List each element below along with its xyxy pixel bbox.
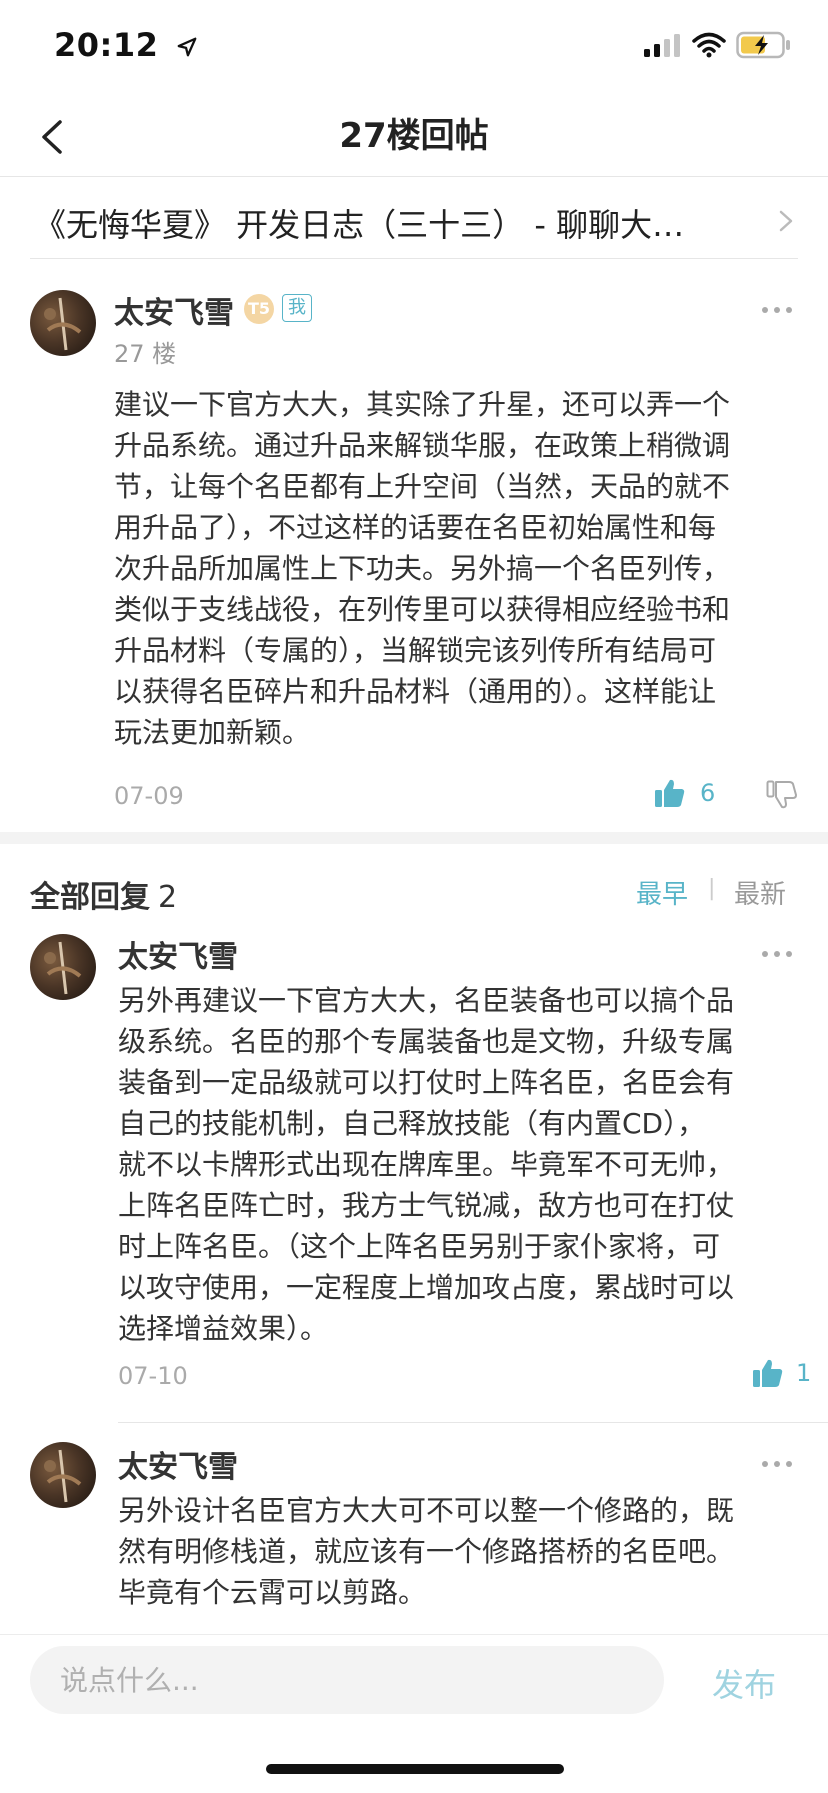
avatar-image — [44, 1449, 82, 1503]
thumbs-up-icon — [655, 779, 685, 807]
me-badge: 我 — [282, 294, 312, 322]
post-date: 07-09 — [114, 782, 184, 810]
level-badge: T5 — [244, 294, 274, 324]
post-body-line: 建议一下官方大大，其实除了升星，还可以弄一个 — [114, 388, 731, 421]
location-arrow-icon — [177, 37, 197, 57]
more-options-icon[interactable] — [762, 306, 792, 314]
reply-body-line: 级系统。名臣的那个专属装备也是文物，升级专属 — [118, 1025, 735, 1058]
status-time: 20:12 — [54, 26, 198, 64]
replies-title: 全部回复 — [30, 880, 150, 915]
reply-body-line: 自己的技能机制，自己释放技能（有内置CD）， — [118, 1107, 706, 1140]
reply-date: 07-10 — [118, 1362, 188, 1390]
reply-username[interactable]: 太安飞雪 — [118, 1442, 238, 1486]
sort-latest-tab[interactable]: 最新 — [734, 874, 786, 911]
reply-body-line: 时上阵名臣。（这个上阵名臣另别于家仆家将，可 — [118, 1230, 721, 1263]
reply-body-line: 另外再建议一下官方大大，名臣装备也可以搞个品 — [118, 984, 735, 1017]
like-count: 1 — [796, 1359, 812, 1387]
post-body: 建议一下官方大大，其实除了升星，还可以弄一个 升品系统。通过升品来解锁华服，在政… — [114, 384, 814, 753]
cellular-signal-icon — [644, 34, 680, 57]
chevron-right-icon — [779, 210, 793, 232]
post-body-line: 玩法更加新颖。 — [114, 716, 311, 749]
avatar[interactable] — [30, 290, 96, 356]
reply-like-button[interactable]: 1 — [752, 1358, 811, 1388]
reply-body-line: 然有明修栈道，就应该有一个修路搭桥的名臣吧。 — [118, 1535, 735, 1568]
sort-earliest-tab[interactable]: 最早 — [636, 874, 688, 911]
post-title-row[interactable]: 《无悔华夏》 开发日志（三十三） - 聊聊大… — [0, 176, 828, 256]
replies-count: 2 — [158, 880, 178, 915]
floor-number: 27 楼 — [114, 340, 177, 368]
reply-avatar[interactable] — [30, 1442, 96, 1508]
post-body-line: 次升品所加属性上下功夫。另外搞一个名臣列传， — [114, 552, 731, 585]
more-options-icon[interactable] — [762, 950, 792, 958]
avatar-image — [44, 941, 82, 995]
section-divider — [0, 832, 828, 844]
post-body-line: 用升品了），不过这样的话要在名臣初始属性和每 — [114, 511, 717, 544]
post-title: 《无悔华夏》 开发日志（三十三） - 聊聊大… — [34, 206, 685, 244]
reply-username[interactable]: 太安飞雪 — [118, 932, 238, 976]
avatar-image — [44, 297, 82, 351]
thumbs-down-icon[interactable] — [766, 780, 798, 810]
sort-separator: | — [708, 876, 716, 901]
more-options-icon[interactable] — [762, 1460, 792, 1468]
reply-body-line: 选择增益效果）。 — [118, 1312, 329, 1345]
comment-input[interactable] — [30, 1646, 664, 1714]
replies-header: 全部回复 2 — [30, 872, 177, 916]
reply-body-line: 上阵名臣阵亡时，我方士气锐减，敌方也可在打仗 — [118, 1189, 735, 1222]
username[interactable]: 太安飞雪 — [114, 288, 234, 332]
post-body-line: 升品系统。通过升品来解锁华服，在政策上稍微调 — [114, 429, 731, 462]
post-body-line: 以获得名臣碎片和升品材料（通用的）。这样能让 — [114, 675, 717, 708]
title-divider — [30, 258, 798, 259]
battery-charging-icon — [736, 31, 790, 59]
reply-body-line: 装备到一定品级就可以打仗时上阵名臣，名臣会有 — [118, 1066, 735, 1099]
reply-body-line: 毕竟有个云霄可以剪路。 — [118, 1576, 427, 1609]
reply-body: 另外再建议一下官方大大，名臣装备也可以搞个品 级系统。名臣的那个专属装备也是文物… — [118, 980, 818, 1349]
like-count: 6 — [700, 779, 716, 807]
thumbs-up-icon — [753, 1359, 783, 1387]
status-icons — [642, 30, 792, 60]
wifi-icon — [692, 32, 726, 58]
reply-body-line: 就不以卡牌形式出现在牌库里。毕竟军不可无帅， — [118, 1148, 735, 1181]
reply-body-line: 另外设计名臣官方大大可不可以整一个修路的，既 — [118, 1494, 735, 1527]
reply-divider — [118, 1422, 828, 1423]
post-body-line: 类似于支线战役，在列传里可以获得相应经验书和 — [114, 593, 731, 626]
publish-button[interactable]: 发布 — [712, 1660, 776, 1706]
reply-body-line: 以攻守使用，一定程度上增加攻占度，累战时可以 — [118, 1271, 735, 1304]
home-indicator — [266, 1764, 564, 1774]
reply-avatar[interactable] — [30, 934, 96, 1000]
page-title: 27楼回帖 — [339, 116, 489, 156]
post-body-line: 节，让每个名臣都有上升空间（当然，天品的就不 — [114, 470, 731, 503]
reply-body: 另外设计名臣官方大大可不可以整一个修路的，既 然有明修栈道，就应该有一个修路搭桥… — [118, 1490, 818, 1613]
like-button[interactable]: 6 — [654, 778, 715, 808]
post-body-line: 升品材料（专属的），当解锁完该列传所有结局可 — [114, 634, 717, 667]
